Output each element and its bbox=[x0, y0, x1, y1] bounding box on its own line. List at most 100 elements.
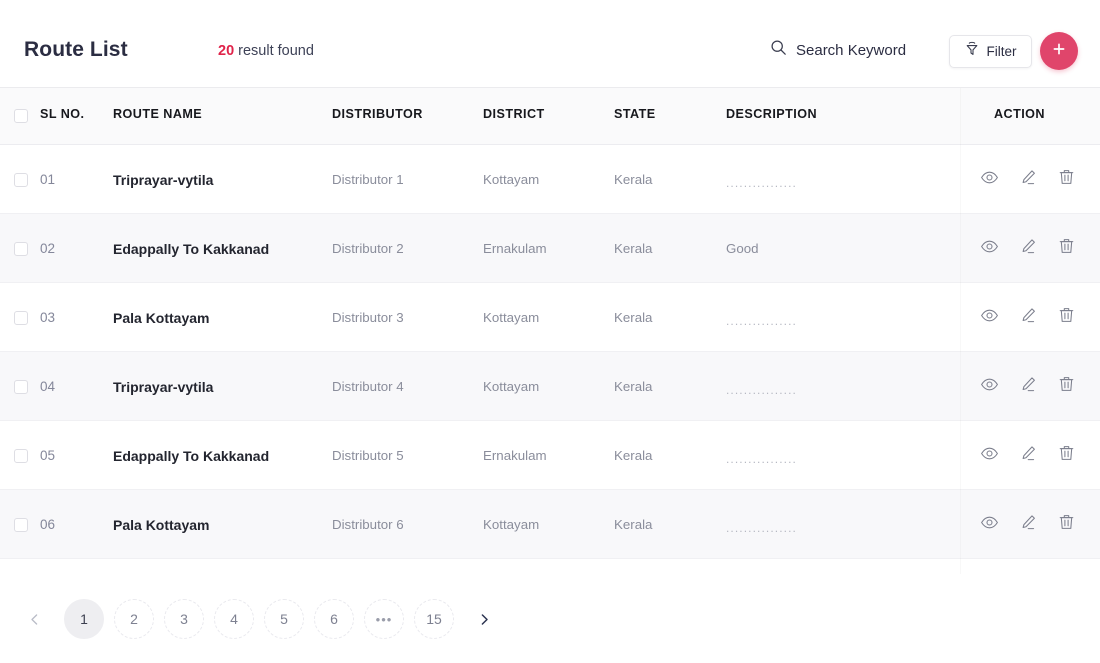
delete-icon[interactable] bbox=[1058, 168, 1075, 191]
edit-icon[interactable] bbox=[1020, 169, 1037, 191]
cell-district: Kottayam bbox=[483, 517, 540, 532]
view-icon[interactable] bbox=[980, 375, 999, 399]
delete-icon[interactable] bbox=[1058, 513, 1075, 536]
row-checkbox[interactable] bbox=[14, 173, 28, 187]
edit-icon[interactable] bbox=[1020, 445, 1037, 467]
description-dots: ................ bbox=[726, 175, 797, 190]
row-action-group bbox=[980, 283, 1075, 352]
delete-icon[interactable] bbox=[1058, 306, 1075, 329]
view-icon[interactable] bbox=[980, 237, 999, 261]
cell-district: Ernakulam bbox=[483, 241, 547, 256]
pagination-page-4[interactable]: 4 bbox=[214, 599, 254, 639]
description-dots: ................ bbox=[726, 451, 797, 466]
table-header-row: SL NO. ROUTE NAME DISTRIBUTOR DISTRICT S… bbox=[0, 88, 1100, 145]
edit-icon[interactable] bbox=[1020, 307, 1037, 329]
cell-distributor: Distributor 3 bbox=[332, 310, 404, 325]
cell-state: Kerala bbox=[614, 241, 653, 256]
cell-slno: 06 bbox=[40, 517, 56, 532]
view-icon[interactable] bbox=[980, 306, 999, 330]
table-row[interactable]: 04 Triprayar-vytila Distributor 4 Kottayam K… bbox=[0, 352, 1100, 421]
cell-route-name: Pala Kottayam bbox=[113, 309, 210, 326]
pagination-page-last[interactable]: 15 bbox=[414, 599, 454, 639]
row-checkbox[interactable] bbox=[14, 380, 28, 394]
description-dots: ................ bbox=[726, 520, 797, 535]
pagination-next-button[interactable] bbox=[464, 599, 504, 639]
column-header-slno[interactable]: SL NO. bbox=[40, 107, 84, 121]
page-title: Route List bbox=[24, 38, 128, 61]
column-header-state[interactable]: STATE bbox=[614, 107, 656, 121]
route-list-page: Route List 20 result found Search Keywor… bbox=[0, 0, 1100, 663]
column-header-route-name[interactable]: ROUTE NAME bbox=[113, 107, 202, 121]
cell-route-name: Pala Kottayam bbox=[113, 516, 210, 533]
column-header-description[interactable]: DESCRIPTION bbox=[726, 107, 817, 121]
row-checkbox[interactable] bbox=[14, 449, 28, 463]
view-icon[interactable] bbox=[980, 168, 999, 192]
cell-route-name: Triprayar-vytila bbox=[113, 378, 214, 395]
description-text: Good bbox=[726, 241, 759, 256]
table-row[interactable]: 02 Edappally To Kakkanad Distributor 2 Erna… bbox=[0, 214, 1100, 283]
delete-icon[interactable] bbox=[1058, 375, 1075, 398]
cell-state: Kerala bbox=[614, 517, 653, 532]
delete-icon[interactable] bbox=[1058, 237, 1075, 260]
column-header-action: ACTION bbox=[994, 107, 1045, 121]
cell-slno: 01 bbox=[40, 172, 56, 187]
filter-button[interactable]: Filter bbox=[949, 35, 1032, 68]
cell-state: Kerala bbox=[614, 379, 653, 394]
pagination-page-5[interactable]: 5 bbox=[264, 599, 304, 639]
route-table: SL NO. ROUTE NAME DISTRIBUTOR DISTRICT S… bbox=[0, 88, 1100, 574]
pagination-page-2[interactable]: 2 bbox=[114, 599, 154, 639]
edit-icon[interactable] bbox=[1020, 514, 1037, 536]
cell-district: Kottayam bbox=[483, 310, 540, 325]
filter-label: Filter bbox=[986, 44, 1017, 59]
row-action-group bbox=[980, 421, 1075, 490]
cell-distributor: Distributor 4 bbox=[332, 379, 404, 394]
select-all-checkbox[interactable] bbox=[14, 109, 28, 123]
view-icon[interactable] bbox=[980, 444, 999, 468]
edit-icon[interactable] bbox=[1020, 376, 1037, 398]
cell-description: ................ bbox=[726, 145, 797, 214]
cell-distributor: Distributor 6 bbox=[332, 517, 404, 532]
cell-distributor: Distributor 5 bbox=[332, 448, 404, 463]
search-input[interactable]: Search Keyword bbox=[770, 39, 906, 61]
row-checkbox[interactable] bbox=[14, 311, 28, 325]
cell-distributor: Distributor 1 bbox=[332, 172, 404, 187]
result-count-label: result found bbox=[234, 43, 314, 59]
view-icon[interactable] bbox=[980, 513, 999, 537]
cell-district: Kottayam bbox=[483, 172, 540, 187]
cell-slno: 05 bbox=[40, 448, 56, 463]
cell-slno: 03 bbox=[40, 310, 56, 325]
column-header-distributor[interactable]: DISTRIBUTOR bbox=[332, 107, 423, 121]
cell-state: Kerala bbox=[614, 310, 653, 325]
description-dots: ................ bbox=[726, 382, 797, 397]
pagination-ellipsis: ••• bbox=[364, 599, 404, 639]
action-column-divider bbox=[960, 88, 961, 574]
add-route-button[interactable] bbox=[1040, 32, 1078, 70]
cell-description: ................ bbox=[726, 421, 797, 490]
cell-state: Kerala bbox=[614, 172, 653, 187]
row-checkbox[interactable] bbox=[14, 518, 28, 532]
pagination: 1 2 3 4 5 6 ••• 15 bbox=[0, 575, 1100, 663]
row-checkbox[interactable] bbox=[14, 242, 28, 256]
row-action-group bbox=[980, 352, 1075, 421]
table-row[interactable]: 03 Pala Kottayam Distributor 3 Kottayam Kera… bbox=[0, 283, 1100, 352]
delete-icon[interactable] bbox=[1058, 444, 1075, 467]
cell-slno: 02 bbox=[40, 241, 56, 256]
pagination-page-1[interactable]: 1 bbox=[64, 599, 104, 639]
table-row[interactable]: 06 Pala Kottayam Distributor 6 Kottayam Kera… bbox=[0, 490, 1100, 559]
search-icon bbox=[770, 39, 787, 61]
result-count-number: 20 bbox=[218, 43, 235, 59]
edit-icon[interactable] bbox=[1020, 238, 1037, 260]
page-header: Route List 20 result found Search Keywor… bbox=[0, 0, 1100, 88]
row-action-group bbox=[980, 214, 1075, 283]
pagination-prev-button[interactable] bbox=[14, 599, 54, 639]
table-row[interactable]: 05 Edappally To Kakkanad Distributor 5 Erna… bbox=[0, 421, 1100, 490]
search-placeholder: Search Keyword bbox=[796, 41, 907, 59]
pagination-page-3[interactable]: 3 bbox=[164, 599, 204, 639]
cell-slno: 04 bbox=[40, 379, 56, 394]
filter-icon bbox=[965, 41, 980, 62]
table-row[interactable]: 01 Triprayar-vytila Distributor 1 Kottayam K… bbox=[0, 145, 1100, 214]
cell-route-name: Edappally To Kakkanad bbox=[113, 240, 270, 257]
column-header-district[interactable]: DISTRICT bbox=[483, 107, 545, 121]
row-action-group bbox=[980, 145, 1075, 214]
pagination-page-6[interactable]: 6 bbox=[314, 599, 354, 639]
